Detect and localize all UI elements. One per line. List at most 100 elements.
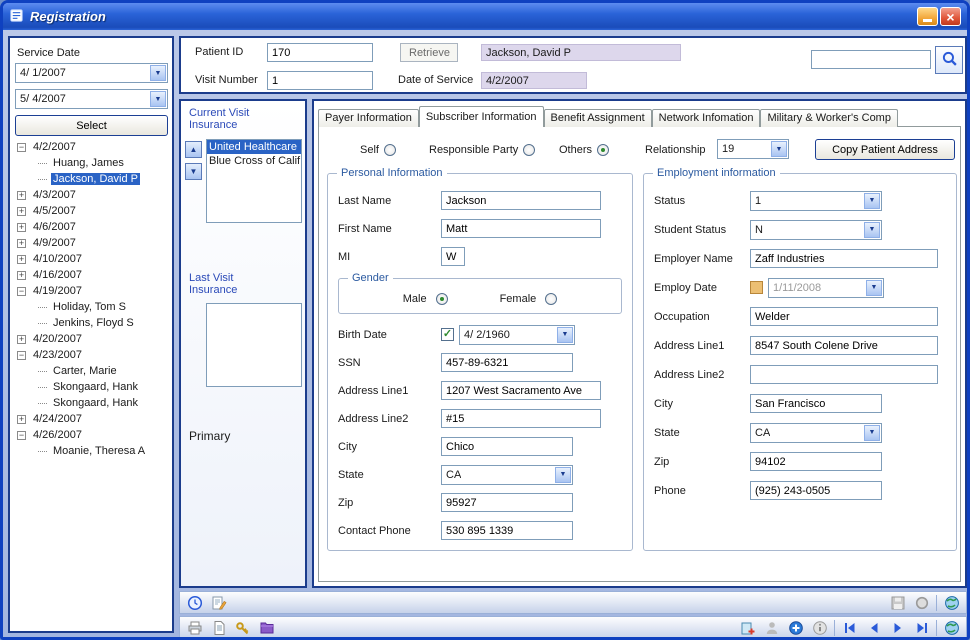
- contact-phone-input[interactable]: [441, 521, 573, 540]
- visit-number-input[interactable]: [267, 71, 373, 90]
- emp-state-select[interactable]: CA ▼: [750, 423, 882, 443]
- record-icon[interactable]: [912, 593, 931, 612]
- employ-date-select[interactable]: 1/11/2008 ▼: [768, 278, 884, 298]
- last-name-input[interactable]: [441, 191, 601, 210]
- tree-patient-node[interactable]: Jenkins, Floyd S: [17, 315, 168, 331]
- globe-icon[interactable]: [942, 619, 961, 638]
- mi-input[interactable]: [441, 247, 465, 266]
- tree-date-node[interactable]: +4/5/2007: [17, 203, 168, 219]
- date-from-select[interactable]: 4/ 1/2007 ▼: [15, 63, 168, 83]
- tree-patient-node[interactable]: Holiday, Tom S: [17, 299, 168, 315]
- tree-date-node[interactable]: +4/6/2007: [17, 219, 168, 235]
- expand-icon[interactable]: +: [17, 271, 26, 280]
- address2-input[interactable]: [441, 409, 601, 428]
- tree-date-node[interactable]: −4/26/2007: [17, 427, 168, 443]
- first-name-input[interactable]: [441, 219, 601, 238]
- edit-note-icon[interactable]: [209, 593, 228, 612]
- globe-icon[interactable]: [942, 593, 961, 612]
- nav-prev-icon[interactable]: [864, 619, 883, 638]
- collapse-icon[interactable]: −: [17, 143, 26, 152]
- status-select[interactable]: 1 ▼: [750, 191, 882, 211]
- tree-date-node[interactable]: +4/24/2007: [17, 411, 168, 427]
- tree-date-node[interactable]: +4/3/2007: [17, 187, 168, 203]
- date-to-select[interactable]: 5/ 4/2007 ▼: [15, 89, 168, 109]
- emp-address2-input[interactable]: [750, 365, 938, 384]
- zip-input[interactable]: [441, 493, 573, 512]
- tree-patient-node[interactable]: Jackson, David P: [17, 171, 168, 187]
- nav-first-icon[interactable]: [840, 619, 859, 638]
- employ-date-checkbox[interactable]: [750, 281, 763, 294]
- search-input[interactable]: [811, 50, 931, 69]
- expand-icon[interactable]: +: [17, 191, 26, 200]
- occupation-input[interactable]: [750, 307, 938, 326]
- nav-next-icon[interactable]: [888, 619, 907, 638]
- scroll-down-button[interactable]: ▼: [185, 163, 202, 180]
- collapse-icon[interactable]: −: [17, 351, 26, 360]
- add-record-icon[interactable]: [738, 619, 757, 638]
- add-circle-icon[interactable]: [786, 619, 805, 638]
- save-icon[interactable]: [888, 593, 907, 612]
- nav-last-icon[interactable]: [912, 619, 931, 638]
- address1-input[interactable]: [441, 381, 601, 400]
- clock-icon[interactable]: [185, 593, 204, 612]
- birth-date-checkbox[interactable]: ✓: [441, 328, 454, 341]
- tree-patient-node[interactable]: Carter, Marie: [17, 363, 168, 379]
- state-select[interactable]: CA ▼: [441, 465, 573, 485]
- expand-icon[interactable]: +: [17, 255, 26, 264]
- copy-patient-address-button[interactable]: Copy Patient Address: [815, 139, 955, 160]
- patient-id-input[interactable]: [267, 43, 373, 62]
- tree-date-node[interactable]: +4/10/2007: [17, 251, 168, 267]
- tab-network-infomation[interactable]: Network Infomation: [652, 109, 761, 127]
- male-radio[interactable]: [436, 293, 448, 305]
- birth-date-select[interactable]: 4/ 2/1960 ▼: [459, 325, 575, 345]
- student-status-select[interactable]: N ▼: [750, 220, 882, 240]
- select-button[interactable]: Select: [15, 115, 168, 136]
- female-radio[interactable]: [545, 293, 557, 305]
- document-icon[interactable]: [209, 619, 228, 638]
- expand-icon[interactable]: +: [17, 239, 26, 248]
- user-icon[interactable]: [762, 619, 781, 638]
- expand-icon[interactable]: +: [17, 335, 26, 344]
- minimize-button[interactable]: [917, 7, 938, 26]
- close-button[interactable]: ×: [940, 7, 961, 26]
- tree-date-node[interactable]: −4/19/2007: [17, 283, 168, 299]
- insurance-list-item[interactable]: United Healthcare: [207, 140, 301, 154]
- self-radio[interactable]: [384, 144, 396, 156]
- info-icon[interactable]: [810, 619, 829, 638]
- tree-date-node[interactable]: −4/23/2007: [17, 347, 168, 363]
- tree-patient-node[interactable]: Huang, James: [17, 155, 168, 171]
- key-icon[interactable]: [233, 619, 252, 638]
- others-radio[interactable]: [597, 144, 609, 156]
- retrieve-button[interactable]: Retrieve: [400, 43, 458, 62]
- expand-icon[interactable]: +: [17, 223, 26, 232]
- folder-icon[interactable]: [257, 619, 276, 638]
- tab-military-worker-s-comp[interactable]: Military & Worker's Comp: [760, 109, 898, 127]
- search-button[interactable]: [935, 46, 963, 74]
- tab-payer-information[interactable]: Payer Information: [318, 109, 419, 127]
- tree-date-node[interactable]: +4/20/2007: [17, 331, 168, 347]
- relationship-select[interactable]: 19 ▼: [717, 139, 789, 159]
- print-icon[interactable]: [185, 619, 204, 638]
- emp-city-input[interactable]: [750, 394, 882, 413]
- employer-name-input[interactable]: [750, 249, 938, 268]
- collapse-icon[interactable]: −: [17, 431, 26, 440]
- scroll-up-button[interactable]: ▲: [185, 141, 202, 158]
- responsible-party-radio[interactable]: [523, 144, 535, 156]
- ssn-input[interactable]: [441, 353, 573, 372]
- expand-icon[interactable]: +: [17, 415, 26, 424]
- emp-zip-input[interactable]: [750, 452, 882, 471]
- tree-patient-node[interactable]: Skongaard, Hank: [17, 395, 168, 411]
- tree-patient-node[interactable]: Skongaard, Hank: [17, 379, 168, 395]
- tree-date-node[interactable]: +4/9/2007: [17, 235, 168, 251]
- tree-patient-node[interactable]: Moanie, Theresa A: [17, 443, 168, 459]
- tab-benefit-assignment[interactable]: Benefit Assignment: [544, 109, 652, 127]
- tab-subscriber-information[interactable]: Subscriber Information: [419, 106, 544, 127]
- expand-icon[interactable]: +: [17, 207, 26, 216]
- city-input[interactable]: [441, 437, 573, 456]
- emp-address1-input[interactable]: [750, 336, 938, 355]
- tree-date-node[interactable]: −4/2/2007: [17, 139, 168, 155]
- collapse-icon[interactable]: −: [17, 287, 26, 296]
- emp-phone-input[interactable]: [750, 481, 882, 500]
- tree-date-node[interactable]: +4/16/2007: [17, 267, 168, 283]
- insurance-list-item[interactable]: Blue Cross of Calif: [207, 154, 301, 168]
